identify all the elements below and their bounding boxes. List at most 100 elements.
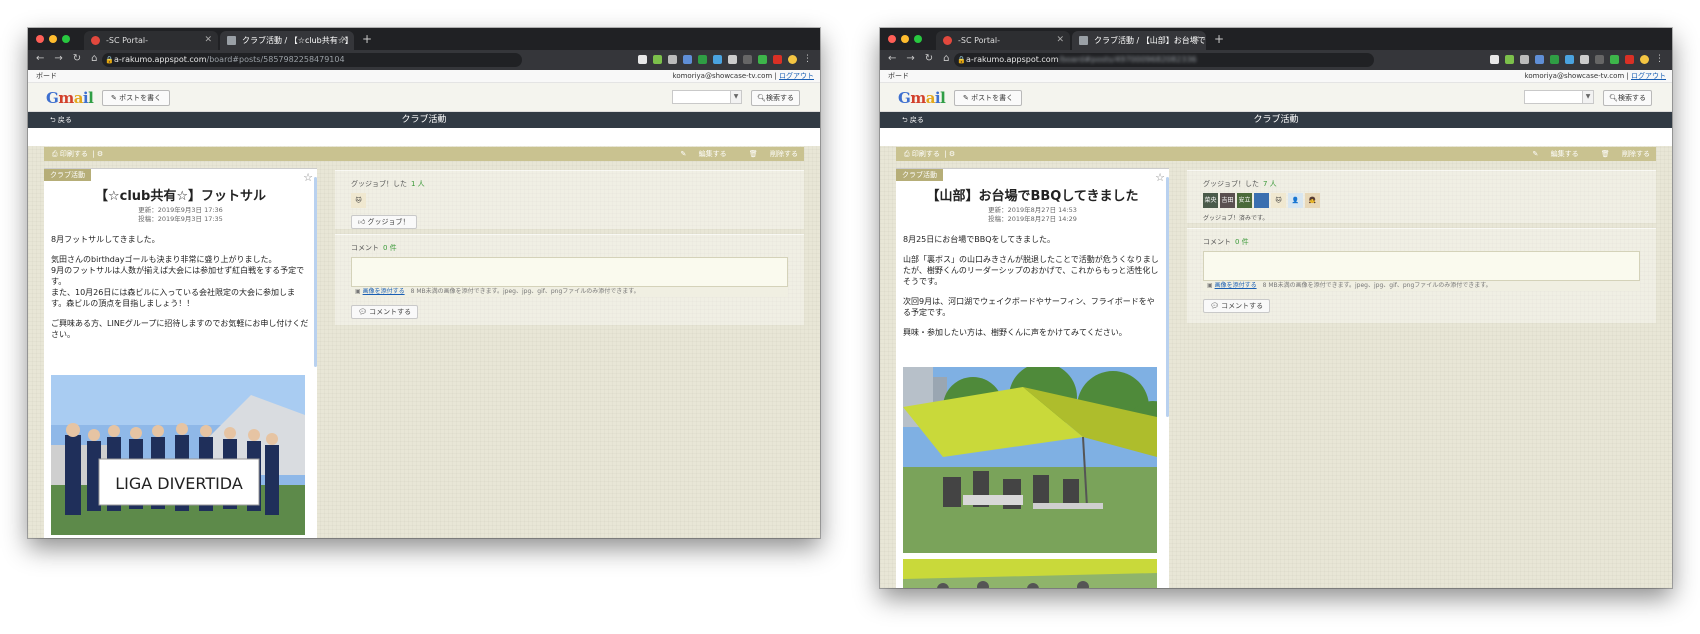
extension-icon[interactable]: [1580, 55, 1589, 64]
maximize-window-button[interactable]: [914, 35, 922, 43]
new-tab-button[interactable]: +: [362, 31, 372, 48]
close-tab-icon[interactable]: ✕: [1192, 31, 1200, 50]
close-tab-icon[interactable]: ✕: [204, 31, 212, 50]
address-bar-row: ← → ↻ ⌂ 🔒 a-rakumo.appspot.com/board#pos…: [880, 50, 1672, 70]
bookmark-star-icon[interactable]: [638, 55, 647, 64]
menu-kebab-icon[interactable]: ⋮: [803, 55, 812, 64]
profile-avatar-icon[interactable]: [1640, 55, 1649, 64]
extension-icon[interactable]: [653, 55, 662, 64]
goodjob-button[interactable]: 👍︎ グッジョブ！: [351, 215, 417, 229]
write-post-button[interactable]: ✎ ポストを書く: [102, 90, 171, 106]
star-icon[interactable]: ☆: [1155, 171, 1165, 184]
bbq-photo[interactable]: [903, 367, 1157, 553]
extension-icon[interactable]: [1550, 55, 1559, 64]
category-ribbon[interactable]: クラブ活動: [44, 169, 91, 181]
search-button[interactable]: 🔍︎検索する: [1603, 90, 1652, 106]
chevron-down-icon[interactable]: ▼: [730, 90, 742, 104]
reload-icon[interactable]: ↻: [925, 53, 933, 64]
url-bar[interactable]: 🔒 a-rakumo.appspot.com/board#posts/49700…: [954, 53, 1374, 67]
logout-link[interactable]: ログアウト: [779, 72, 814, 80]
delete-button[interactable]: 🗑︎ 削除する: [739, 150, 798, 158]
comment-textarea[interactable]: [351, 257, 788, 287]
edit-button[interactable]: ✎ 編集する: [1523, 150, 1579, 158]
avatar[interactable]: [1254, 193, 1269, 208]
close-tab-icon[interactable]: ✕: [340, 31, 348, 50]
extension-icon[interactable]: [743, 55, 752, 64]
avatar[interactable]: 安立: [1237, 193, 1252, 208]
chevron-down-icon[interactable]: ▼: [1582, 90, 1594, 104]
bookmark-star-icon[interactable]: [1490, 55, 1499, 64]
extension-icon[interactable]: [1610, 55, 1619, 64]
minimize-window-button[interactable]: [901, 35, 909, 43]
bbq-photo-2[interactable]: [903, 559, 1157, 588]
back-arrow-icon[interactable]: ←: [36, 53, 44, 64]
profile-avatar-icon[interactable]: [788, 55, 797, 64]
minimize-window-button[interactable]: [49, 35, 57, 43]
avatar[interactable]: 吉田: [1220, 193, 1235, 208]
extension-icon[interactable]: [713, 55, 722, 64]
logout-link[interactable]: ログアウト: [1631, 72, 1666, 80]
forward-arrow-icon[interactable]: →: [906, 53, 914, 64]
tab-sc-portal[interactable]: -SC Portal- ✕: [936, 31, 1070, 50]
tab-sc-portal[interactable]: -SC Portal- ✕: [84, 31, 218, 50]
back-arrow-icon[interactable]: ←: [888, 53, 896, 64]
print-button[interactable]: ⎙ 印刷する: [904, 150, 940, 158]
extension-icons: ⋮: [638, 55, 812, 64]
post-card: クラブ活動 ☆ 【☆club共有☆】フットサル 更新：2019年9月3日 17:…: [44, 168, 317, 538]
futsal-team-photo[interactable]: LIGA DIVERTIDA: [51, 375, 305, 535]
close-tab-icon[interactable]: ✕: [1056, 31, 1064, 50]
extension-icon[interactable]: [1565, 55, 1574, 64]
gmail-logo[interactable]: Gmail: [46, 89, 94, 107]
submit-comment-button[interactable]: 💬︎ コメントする: [351, 305, 419, 319]
star-icon[interactable]: ☆: [303, 171, 313, 184]
cat-avatar-icon[interactable]: 🐱: [1271, 193, 1286, 208]
maximize-window-button[interactable]: [62, 35, 70, 43]
write-post-button[interactable]: ✎ ポストを書く: [954, 90, 1023, 106]
home-icon[interactable]: ⌂: [943, 53, 949, 64]
reload-icon[interactable]: ↻: [73, 53, 81, 64]
url-bar[interactable]: 🔒 a-rakumo.appspot.com/board#posts/58579…: [102, 53, 522, 67]
cat-avatar-icon[interactable]: 🐱: [351, 193, 366, 208]
extension-icon[interactable]: [1625, 55, 1634, 64]
gear-icon[interactable]: ⚙: [949, 150, 955, 158]
post-scrollbar[interactable]: [314, 177, 317, 367]
avatar[interactable]: 菜央: [1203, 193, 1218, 208]
close-window-button[interactable]: [36, 35, 44, 43]
tab-club-post[interactable]: クラブ活動 / 【山部】お台場でBB ✕: [1072, 31, 1206, 50]
extension-icon[interactable]: [698, 55, 707, 64]
delete-button[interactable]: 🗑︎ 削除する: [1591, 150, 1650, 158]
edit-button[interactable]: ✎ 編集する: [671, 150, 727, 158]
extension-icon[interactable]: [773, 55, 782, 64]
submit-comment-button[interactable]: 💬︎ コメントする: [1203, 299, 1271, 313]
avatar[interactable]: 👧: [1305, 193, 1320, 208]
extension-icon[interactable]: [758, 55, 767, 64]
attach-image-link[interactable]: 画像を添付する: [1215, 282, 1257, 289]
avatar[interactable]: 👤: [1288, 193, 1303, 208]
menu-kebab-icon[interactable]: ⋮: [1655, 55, 1664, 64]
search-button[interactable]: 🔍︎検索する: [751, 90, 800, 106]
close-window-button[interactable]: [888, 35, 896, 43]
banner-text: LIGA DIVERTIDA: [115, 474, 243, 493]
search-input[interactable]: ▼: [1524, 90, 1594, 104]
home-icon[interactable]: ⌂: [91, 53, 97, 64]
category-ribbon[interactable]: クラブ活動: [896, 169, 943, 181]
print-button[interactable]: ⎙ 印刷する: [52, 150, 88, 158]
attach-row: ▣ 画像を添付する 8 MB未満の画像を添付できます。jpeg、jpg、gif、p…: [351, 287, 788, 297]
extension-icon[interactable]: [728, 55, 737, 64]
tab-club-post[interactable]: クラブ活動 / 【☆club共有☆】フ ✕: [220, 31, 354, 50]
thumbs-up-icon: 👍︎: [358, 218, 368, 226]
comment-textarea[interactable]: [1203, 251, 1640, 281]
extension-icon[interactable]: [668, 55, 677, 64]
post-scrollbar[interactable]: [1166, 177, 1169, 417]
extension-icon[interactable]: [1505, 55, 1514, 64]
extension-icon[interactable]: [683, 55, 692, 64]
new-tab-button[interactable]: +: [1214, 31, 1224, 48]
forward-arrow-icon[interactable]: →: [54, 53, 62, 64]
extension-icon[interactable]: [1535, 55, 1544, 64]
attach-image-link[interactable]: 画像を添付する: [363, 288, 405, 295]
extension-icon[interactable]: [1520, 55, 1529, 64]
gmail-logo[interactable]: Gmail: [898, 89, 946, 107]
gear-icon[interactable]: ⚙: [97, 150, 103, 158]
extension-icon[interactable]: [1595, 55, 1604, 64]
search-input[interactable]: ▼: [672, 90, 742, 104]
